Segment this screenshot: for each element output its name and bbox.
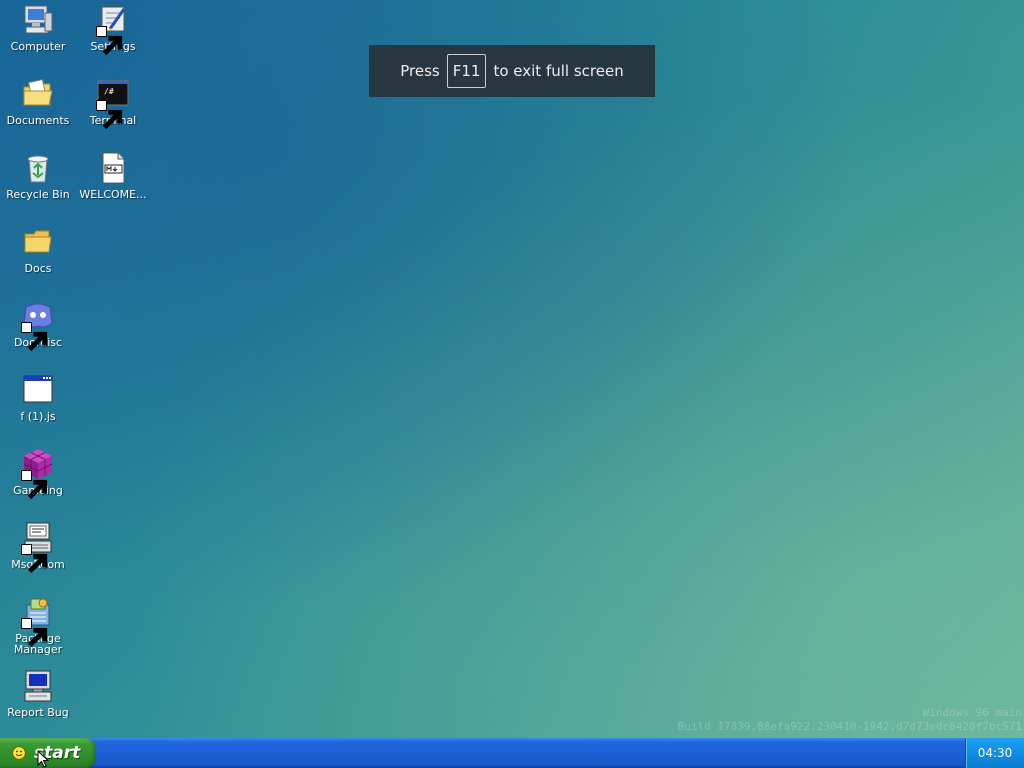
shortcut-arrow-icon xyxy=(96,26,123,56)
desktop-icon-label: WELCOME... xyxy=(79,189,147,200)
f11-key-badge: F11 xyxy=(446,54,487,88)
desktop-icon-welcome[interactable]: WELCOME... xyxy=(76,151,150,200)
computer-icon xyxy=(21,3,55,37)
desktop-icon-label: f (1).js xyxy=(20,411,56,422)
svg-text:/#: /# xyxy=(104,87,114,96)
shortcut-arrow-icon xyxy=(21,470,48,500)
desktop-icon-label: Documents xyxy=(6,115,70,126)
desktop-icon-f1-js[interactable]: f (1).js xyxy=(1,373,75,422)
shortcut-arrow-icon xyxy=(21,544,48,574)
watermark-build-string: Build 17839.88efa922.230410-1942.d7d73ed… xyxy=(677,720,1022,733)
desktop-icon-package-manager[interactable]: Package Manager xyxy=(1,595,75,655)
shortcut-arrow-icon xyxy=(96,100,123,130)
taskbar[interactable]: start 04:30 xyxy=(0,738,1024,768)
desktop-icon-label: Docs xyxy=(24,263,52,274)
desktop-icon-terminal[interactable]: /# Terminal xyxy=(76,77,150,130)
desktop[interactable]: Computer Documents Recycle Bin Docs Door… xyxy=(0,0,1024,738)
desktop-icon-report-bug[interactable]: Report Bug xyxy=(1,669,75,718)
clock-time: 04:30 xyxy=(977,746,1013,760)
desktop-icon-computer[interactable]: Computer xyxy=(1,3,75,52)
desktop-icon-msgroom[interactable]: MsgRoom xyxy=(1,521,75,574)
report-bug-icon xyxy=(21,669,55,703)
recycle-bin-icon xyxy=(21,151,55,185)
watermark-os-name: Windows 96 main xyxy=(922,706,1022,719)
package-manager-icon xyxy=(21,595,55,648)
desktop-icon-label: Computer xyxy=(10,41,66,52)
msgroom-icon xyxy=(21,521,55,574)
system-tray-clock[interactable]: 04:30 xyxy=(965,738,1024,768)
doordisc-icon xyxy=(21,299,55,352)
desktop-icon-label: Report Bug xyxy=(7,707,69,718)
documents-folder-icon xyxy=(21,77,55,111)
shortcut-arrow-icon xyxy=(21,618,48,648)
desktop-icon-gameing[interactable]: Gameing xyxy=(1,447,75,500)
smiley-logo-icon xyxy=(12,746,26,760)
shortcut-arrow-icon xyxy=(21,322,48,352)
window-file-icon xyxy=(21,373,55,407)
desktop-icon-doordisc[interactable]: Doordisc xyxy=(1,299,75,352)
desktop-icon-recycle-bin[interactable]: Recycle Bin xyxy=(1,151,75,200)
desktop-icon-docs[interactable]: Docs xyxy=(1,225,75,274)
build-watermark: Windows 96 main Build 17839.88efa922.230… xyxy=(678,706,1022,734)
desktop-icon-documents[interactable]: Documents xyxy=(1,77,75,126)
cube-icon xyxy=(21,447,55,500)
desktop-icon-settings[interactable]: Settings xyxy=(76,3,150,56)
fullscreen-notice-suffix: to exit full screen xyxy=(493,62,624,80)
fullscreen-exit-notice: Press F11 to exit full screen xyxy=(369,45,655,97)
fullscreen-notice-prefix: Press xyxy=(400,62,440,80)
folder-icon xyxy=(21,225,55,259)
terminal-icon: /# xyxy=(96,77,130,130)
markdown-file-icon xyxy=(96,151,130,185)
settings-icon xyxy=(96,3,130,56)
desktop-icon-label: Recycle Bin xyxy=(6,189,70,200)
mouse-cursor-icon xyxy=(37,750,49,768)
